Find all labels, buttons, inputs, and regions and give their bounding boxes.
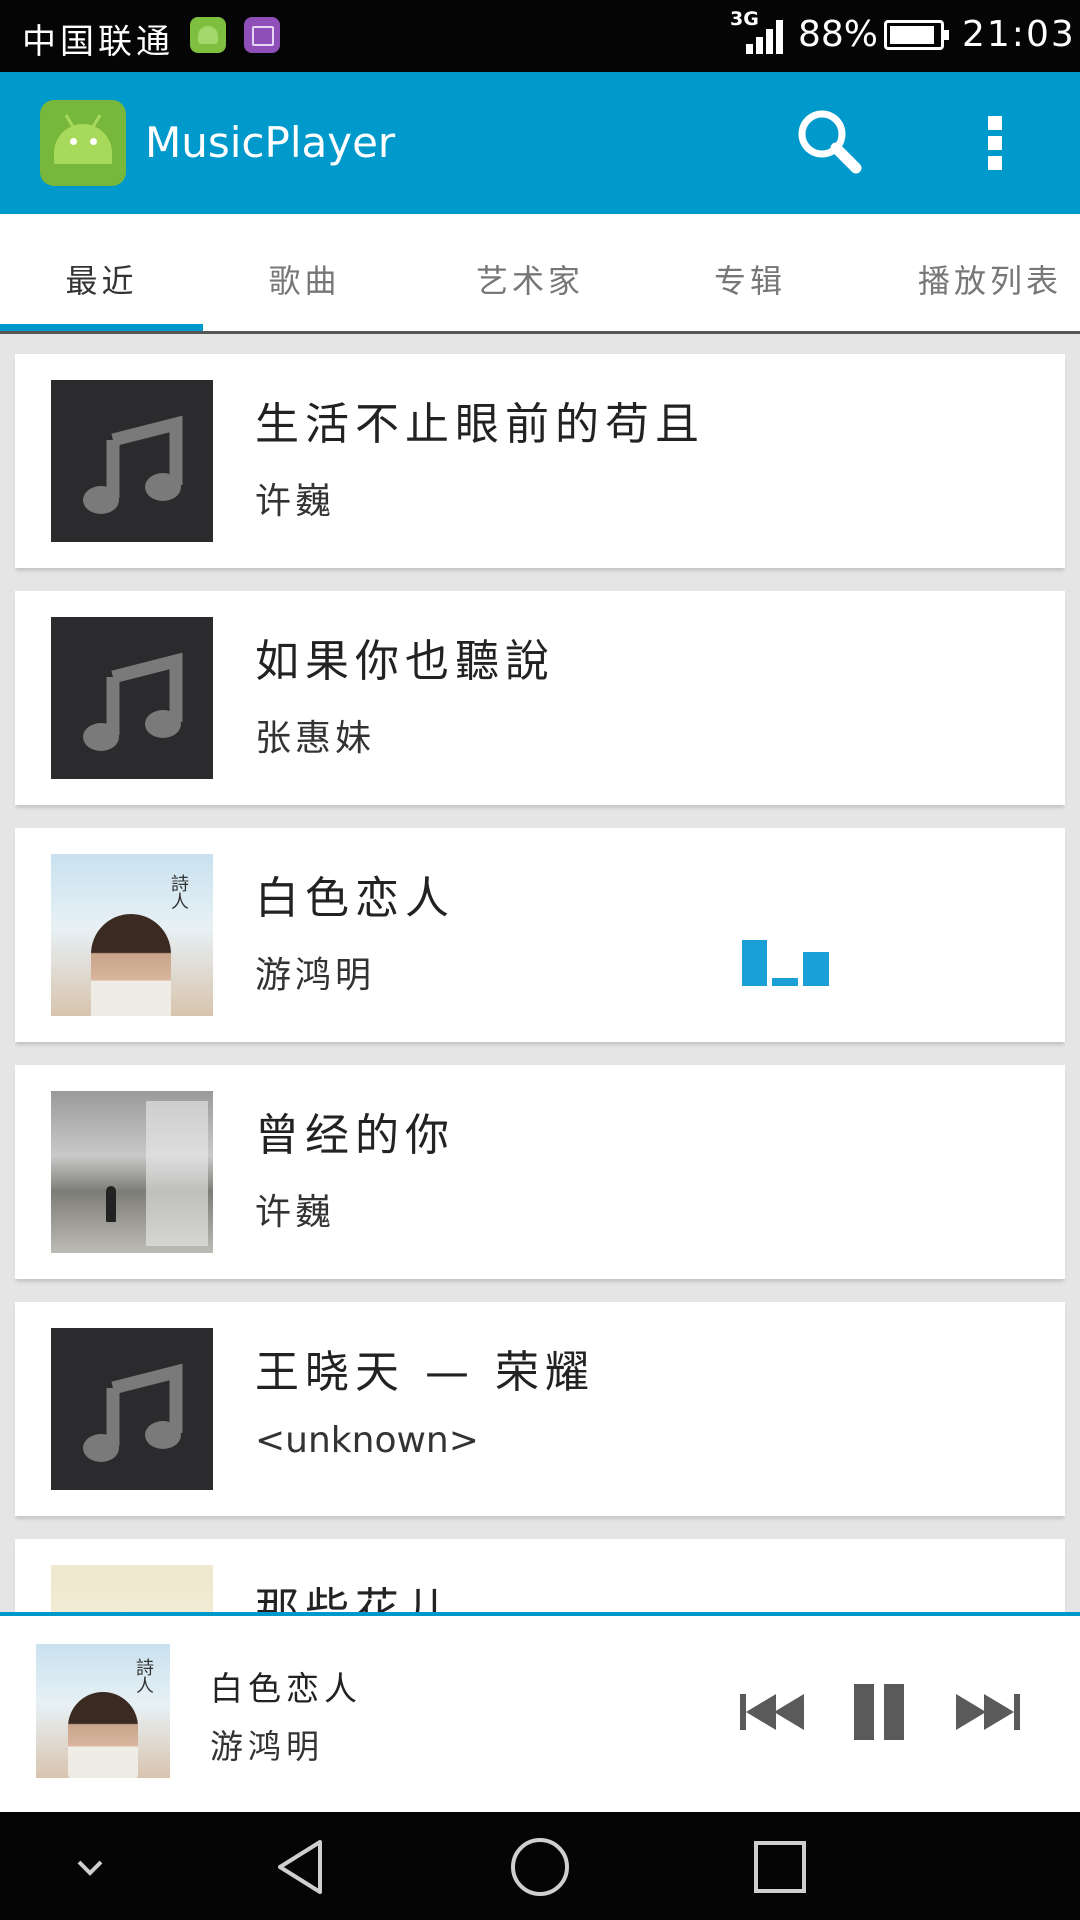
battery-icon bbox=[884, 20, 949, 50]
now-playing-title: 白色恋人 bbox=[210, 1669, 362, 1708]
search-icon[interactable] bbox=[790, 102, 870, 182]
song-artist: 许巍 bbox=[255, 1192, 336, 1233]
app-logo-icon[interactable] bbox=[40, 100, 126, 186]
now-playing-bar[interactable]: 詩人 白色恋人 游鸿明 bbox=[0, 1612, 1080, 1812]
tab-recent[interactable]: 最近 bbox=[0, 214, 203, 331]
tab-artists[interactable]: 艺术家 bbox=[430, 214, 630, 331]
back-icon[interactable] bbox=[260, 1832, 340, 1902]
image-notification-icon bbox=[244, 17, 280, 53]
music-note-placeholder-icon bbox=[51, 1328, 213, 1490]
song-title: 王晓天 — 荣耀 bbox=[255, 1347, 595, 1398]
music-note-placeholder-icon bbox=[51, 617, 213, 779]
now-playing-artist: 游鸿明 bbox=[210, 1727, 324, 1766]
tab-bar: 最近 歌曲 艺术家 专辑 播放列表 bbox=[0, 214, 1080, 334]
album-cover-image bbox=[51, 1091, 213, 1253]
album-cover-image: 詩人 bbox=[51, 854, 213, 1016]
overflow-menu-icon[interactable] bbox=[975, 102, 1015, 182]
song-artist: 许巍 bbox=[255, 481, 336, 522]
next-icon[interactable] bbox=[944, 1666, 1034, 1756]
recents-icon[interactable] bbox=[740, 1832, 820, 1902]
song-artist: 张惠妹 bbox=[255, 718, 376, 759]
tab-playlists[interactable]: 播放列表 bbox=[900, 214, 1080, 331]
collapse-chevron-icon[interactable] bbox=[50, 1832, 130, 1902]
song-title: 白色恋人 bbox=[255, 873, 455, 924]
song-list[interactable]: 生活不止眼前的苟且 许巍 如果你也聽說 张惠妹 詩人 白色恋人 游鸿明 曾经的你… bbox=[0, 336, 1080, 1614]
song-title: 生活不止眼前的苟且 bbox=[255, 399, 705, 450]
list-item[interactable]: 生活不止眼前的苟且 许巍 bbox=[15, 354, 1065, 568]
list-item[interactable]: 那些花儿 bbox=[15, 1539, 1065, 1614]
tab-albums[interactable]: 专辑 bbox=[650, 214, 850, 331]
music-note-placeholder-icon bbox=[51, 380, 213, 542]
song-artist: 游鸿明 bbox=[255, 955, 376, 996]
status-bar: 中国联通 3G 88% 21:03 bbox=[0, 0, 1080, 72]
now-playing-album-cover[interactable]: 詩人 bbox=[36, 1644, 170, 1778]
pause-icon[interactable] bbox=[837, 1666, 927, 1756]
song-title: 那些花儿 bbox=[255, 1584, 455, 1614]
android-notification-icon bbox=[190, 17, 226, 53]
song-artist: <unknown> bbox=[255, 1420, 479, 1461]
tab-songs[interactable]: 歌曲 bbox=[203, 214, 406, 331]
signal-icon bbox=[746, 20, 790, 54]
list-item[interactable]: 詩人 白色恋人 游鸿明 bbox=[15, 828, 1065, 1042]
list-item[interactable]: 如果你也聽說 张惠妹 bbox=[15, 591, 1065, 805]
home-icon[interactable] bbox=[500, 1832, 580, 1902]
battery-percent: 88% bbox=[798, 14, 879, 55]
clock: 21:03 bbox=[962, 14, 1076, 55]
previous-icon[interactable] bbox=[728, 1666, 818, 1756]
song-title: 曾经的你 bbox=[255, 1110, 455, 1161]
now-playing-equalizer-icon bbox=[742, 936, 832, 986]
app-title: MusicPlayer bbox=[145, 118, 396, 167]
song-title: 如果你也聽說 bbox=[255, 636, 555, 687]
album-cover-image bbox=[51, 1565, 213, 1614]
action-bar: MusicPlayer bbox=[0, 72, 1080, 214]
list-item[interactable]: 曾经的你 许巍 bbox=[15, 1065, 1065, 1279]
navigation-bar bbox=[0, 1812, 1080, 1920]
list-item[interactable]: 王晓天 — 荣耀 <unknown> bbox=[15, 1302, 1065, 1516]
tab-indicator bbox=[0, 324, 203, 331]
carrier-name: 中国联通 bbox=[22, 22, 174, 62]
